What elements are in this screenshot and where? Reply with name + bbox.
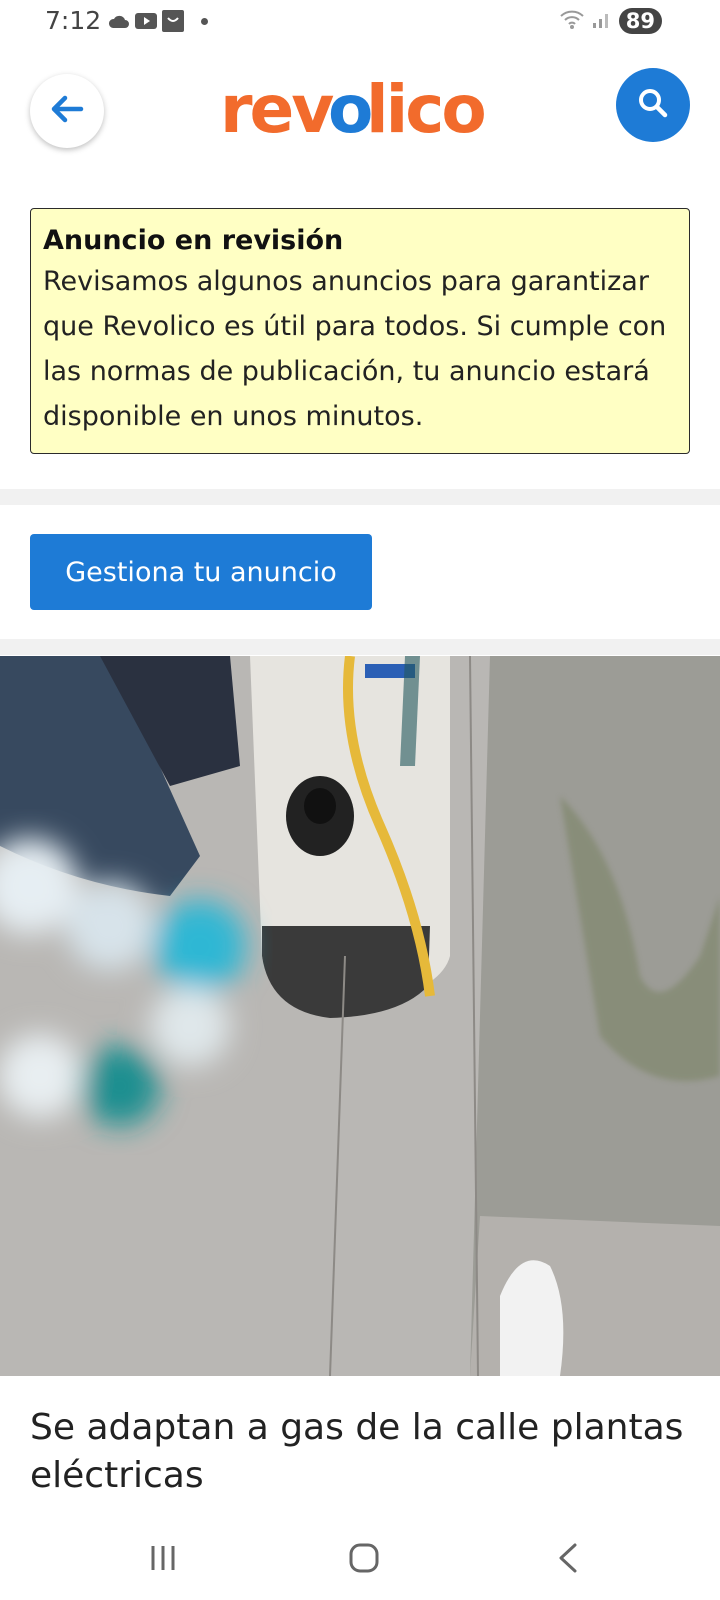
ad-photo-image <box>0 656 720 1376</box>
manage-ad-button[interactable]: Gestiona tu anuncio <box>30 534 372 610</box>
back-nav-icon <box>553 1542 583 1578</box>
arrow-left-icon <box>47 89 87 133</box>
recent-apps-button[interactable] <box>133 1538 193 1582</box>
back-button[interactable] <box>30 74 104 148</box>
signal-icon <box>591 8 613 34</box>
ad-photo[interactable] <box>0 656 720 1376</box>
section-divider <box>0 489 720 505</box>
svg-text:rev: rev <box>220 72 334 148</box>
notice-title: Anuncio en revisión <box>43 225 344 256</box>
app-icon <box>162 10 184 32</box>
section-divider <box>0 639 720 655</box>
home-icon <box>348 1542 380 1578</box>
recent-apps-icon <box>148 1543 178 1577</box>
back-nav-button[interactable] <box>538 1538 598 1582</box>
notification-dot-icon <box>201 17 208 25</box>
system-navbar <box>0 1520 720 1600</box>
wifi-icon <box>559 8 585 34</box>
search-icon <box>636 86 670 124</box>
cloud-icon <box>108 10 130 32</box>
svg-text:lico: lico <box>366 72 484 148</box>
notice-body: Revisamos algunos anuncios para garantiz… <box>43 266 667 432</box>
status-time: 7:12 <box>45 6 102 35</box>
svg-text:o: o <box>328 72 371 148</box>
revolico-logo[interactable]: rev o lico <box>220 72 500 152</box>
youtube-icon <box>135 10 157 32</box>
review-notice: Anuncio en revisión Revisamos algunos an… <box>30 208 690 454</box>
app-header: rev o lico <box>0 60 720 156</box>
battery-indicator: 89 <box>618 8 662 34</box>
search-button[interactable] <box>616 68 690 142</box>
home-button[interactable] <box>334 1538 394 1582</box>
ad-title: Se adaptan a gas de la calle plantas elé… <box>30 1407 684 1496</box>
status-bar: 7:12 89 <box>0 0 720 46</box>
